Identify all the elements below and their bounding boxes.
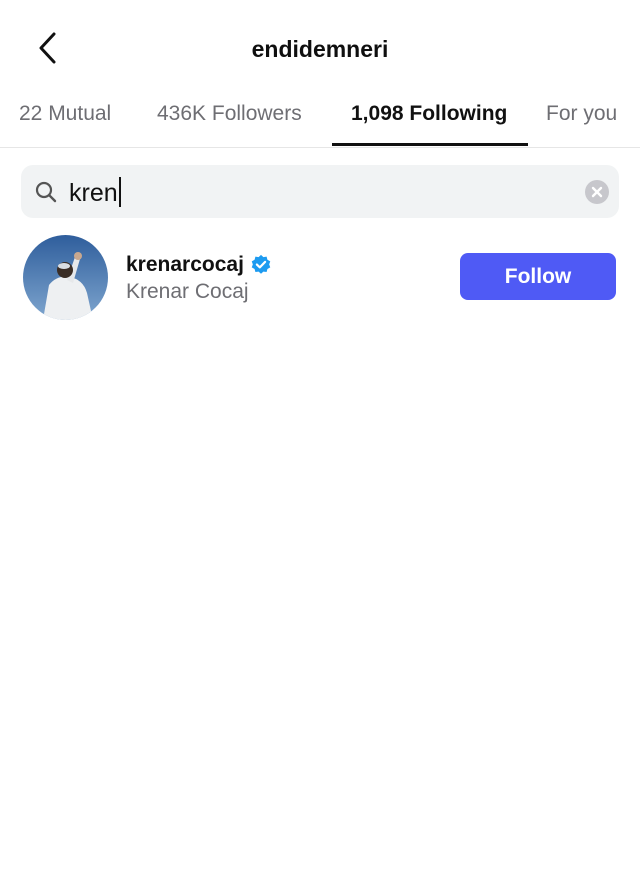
tab-for-you[interactable]: For you (546, 102, 617, 126)
tab-bar: 22 Mutual 436K Followers 1,098 Following… (0, 98, 640, 148)
page-title: endidemneri (251, 36, 389, 62)
list-item[interactable]: krenarcocaj Krenar Cocaj Follow (0, 232, 640, 322)
full-name: Krenar Cocaj (126, 280, 249, 303)
top-bar: endidemneri (0, 0, 640, 98)
search-icon (35, 181, 57, 203)
username-row: krenarcocaj (126, 252, 272, 278)
follow-button[interactable]: Follow (460, 253, 616, 300)
username[interactable]: krenarcocaj (126, 253, 244, 277)
active-tab-indicator (332, 143, 528, 146)
search-input[interactable]: kren (69, 177, 121, 208)
text-cursor (118, 177, 121, 207)
avatar[interactable] (23, 235, 108, 320)
search-bar[interactable]: kren (21, 165, 619, 218)
tab-mutual[interactable]: 22 Mutual (19, 102, 111, 126)
verified-badge-icon (251, 254, 271, 274)
tab-followers[interactable]: 436K Followers (157, 102, 302, 126)
tab-following[interactable]: 1,098 Following (351, 102, 507, 126)
clear-circle-icon[interactable] (585, 180, 609, 204)
search-value: kren (69, 179, 118, 207)
